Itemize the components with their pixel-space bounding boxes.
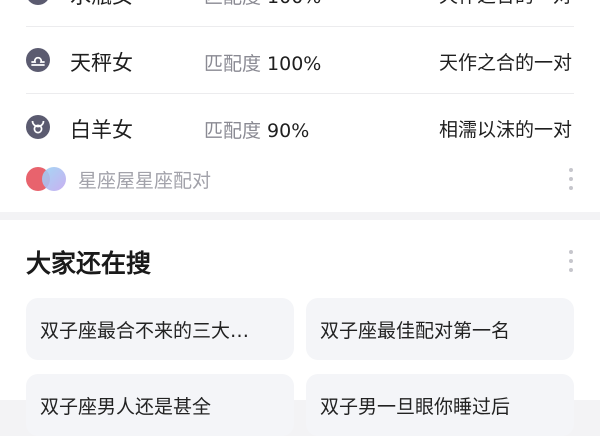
search-chip[interactable]: 双子男一旦眼你睡过后 — [306, 374, 574, 436]
match-row-partial[interactable]: 水瓶女 匹配度100% 天作之合的一对 — [0, 0, 600, 26]
libra-icon — [26, 48, 50, 72]
source-logo-icon — [26, 166, 68, 192]
more-options-icon[interactable] — [568, 250, 574, 272]
match-score: 匹配度100% — [204, 53, 322, 75]
match-row-taurus[interactable]: 白羊女 匹配度 90% 相濡以沫的一对 — [0, 94, 600, 160]
source-attribution[interactable]: 星座屋星座配对 — [26, 165, 211, 193]
match-list-card: 水瓶女 匹配度100% 天作之合的一对 天秤女 匹配度100% 天作之合的一对 … — [0, 0, 600, 212]
match-score: 匹配度100% — [204, 0, 321, 9]
search-chip[interactable]: 双子座最佳配对第一名 — [306, 298, 574, 360]
section-title: 大家还在搜 — [26, 249, 152, 278]
match-description: 相濡以沫的一对 — [438, 119, 572, 141]
source-label: 星座屋星座配对 — [78, 169, 212, 192]
match-score: 匹配度 90% — [204, 120, 310, 142]
match-name: 白羊女 — [70, 118, 133, 142]
search-chip[interactable]: 双子座男人还是甚全 — [26, 374, 294, 436]
aquarius-icon — [26, 0, 50, 5]
match-description: 天作之合的一对 — [438, 52, 572, 74]
more-options-icon[interactable] — [568, 168, 574, 190]
match-description: 天作之合的一对 — [439, 0, 572, 8]
match-name: 天秤女 — [70, 51, 133, 75]
search-chip[interactable]: 双子座最合不来的三大… — [26, 298, 294, 360]
match-name: 水瓶女 — [70, 0, 133, 10]
taurus-icon — [26, 115, 50, 139]
match-row-libra[interactable]: 天秤女 匹配度 100% 天作之合的一对 — [0, 27, 600, 93]
